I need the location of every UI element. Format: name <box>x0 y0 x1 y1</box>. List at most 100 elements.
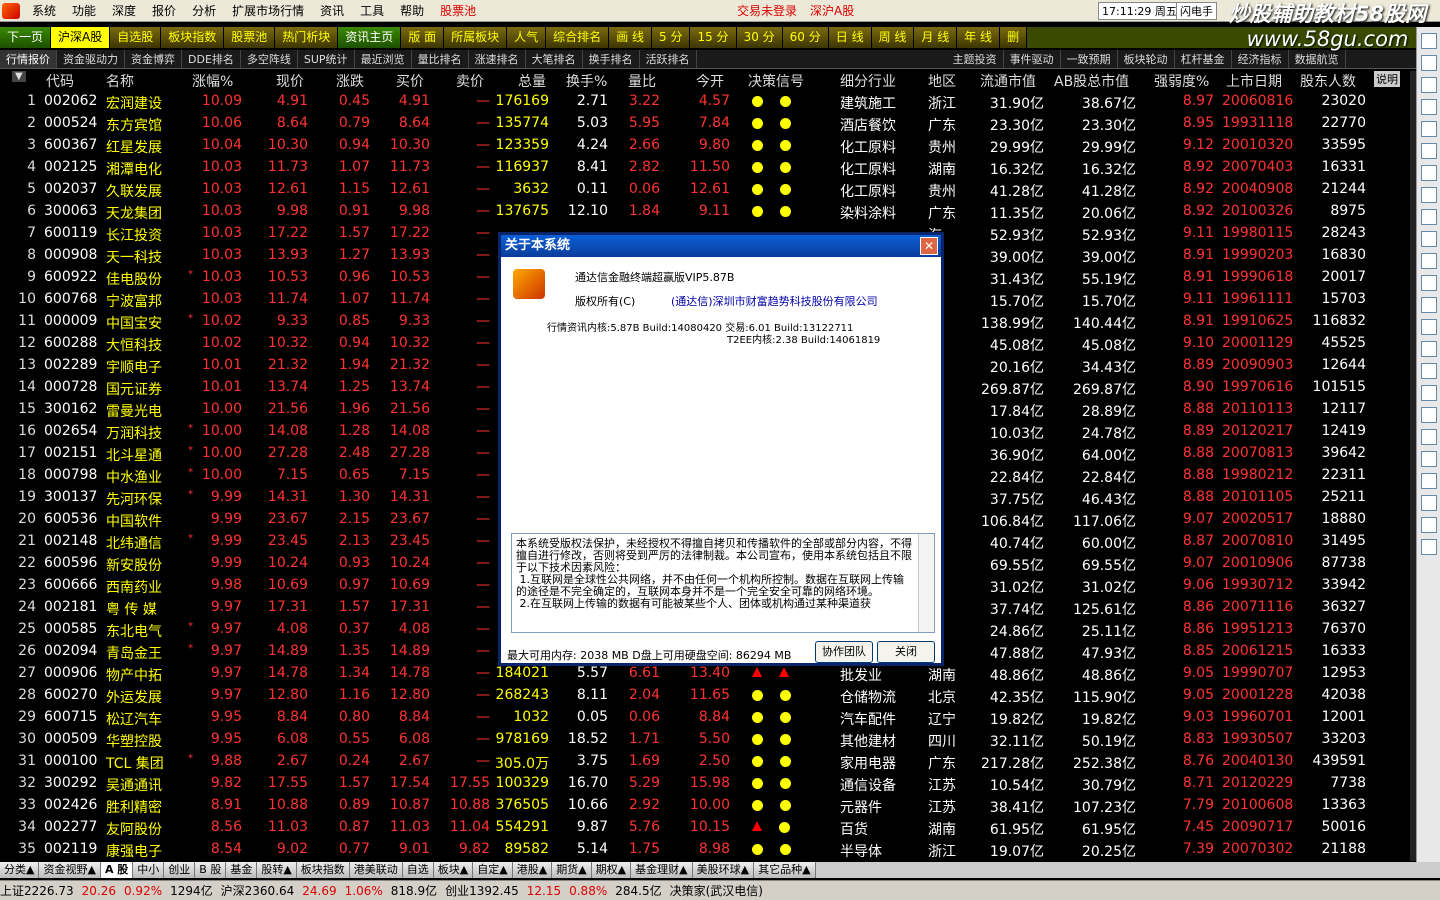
tab-sector-index[interactable]: 板块指数 <box>161 27 225 48</box>
bottom-tab[interactable]: 股转▲ <box>257 862 297 878</box>
bar-chart-icon[interactable] <box>1421 143 1437 159</box>
table-row[interactable]: 29 600715 松辽汽车 9.95 8.84 0.80 8.84 — 1032 0.05 0.0… <box>0 707 1410 729</box>
tab-30min[interactable]: 30 分 <box>736 27 783 48</box>
subtab-speed[interactable]: 涨速排名 <box>469 50 526 68</box>
table-row[interactable]: 30 000509 华塑控股 9.95 6.08 0.55 6.08 — 978169 18.52… <box>0 729 1410 751</box>
table-row[interactable]: 2 000524 东方宾馆 10.06 8.64 0.79 8.64 — 135774 5.03 5… <box>0 113 1410 135</box>
grid2-icon[interactable] <box>1421 429 1437 445</box>
bottom-tab[interactable]: 其它品种▲ <box>754 862 816 878</box>
table-row[interactable]: 4 002125 湘潭电化 10.03 11.73 1.07 11.73 — 116937 8.4… <box>0 157 1410 179</box>
table-row[interactable]: 28 600270 外运发展 9.97 12.80 1.16 12.80 — 268243 8.1… <box>0 685 1410 707</box>
table-row[interactable]: 34 002277 友阿股份 8.56 11.03 0.87 11.03 11.04 55429… <box>0 817 1410 839</box>
menu-function[interactable]: 功能 <box>64 2 104 19</box>
subtab-fund-drive[interactable]: 资金驱动力 <box>57 50 125 68</box>
arrow-right-icon[interactable] <box>1421 473 1437 489</box>
cy-index[interactable]: 创业1392.45 <box>445 882 519 899</box>
fc-icon[interactable] <box>1421 297 1437 313</box>
tab-stock-pool[interactable]: 股票池 <box>224 27 276 48</box>
table-row[interactable]: 31 000100 TCL 集团 * 9.88 2.67 0.24 2.67—305.0万 3.… <box>0 751 1410 773</box>
subtab-sup[interactable]: SUP统计 <box>298 50 355 68</box>
k-line-icon[interactable] <box>1421 99 1437 115</box>
bottom-tab[interactable]: 期货▲ <box>552 862 592 878</box>
bottom-tab[interactable]: 资金视野▲ <box>39 862 101 878</box>
bottom-tab[interactable]: 板块▲ <box>433 862 474 878</box>
hs-index[interactable]: 沪深2360.64 <box>221 882 295 899</box>
subtab-long-short[interactable]: 多空阵线 <box>241 50 298 68</box>
note-button[interactable]: 说明 <box>1374 71 1400 87</box>
trade-status[interactable]: 交易未登录 <box>737 2 797 19</box>
up-arrow-icon[interactable] <box>1421 55 1437 71</box>
company-link[interactable]: (通达信)深圳市财富趋势科技股份有限公司 <box>671 293 878 309</box>
col-ab-cap[interactable]: AB股总市值 <box>1054 71 1129 91</box>
col-volume-ratio[interactable]: 量比 <box>628 71 656 91</box>
bottom-tab[interactable]: 港美联动 <box>349 862 403 878</box>
bottom-tab[interactable]: 港股▲ <box>512 862 553 878</box>
subtab-theme[interactable]: 主题投资 <box>947 50 1004 68</box>
bottom-tab[interactable]: 美股环球▲ <box>692 862 755 878</box>
col-holders[interactable]: 股东人数 <box>1300 71 1356 91</box>
menu-depth[interactable]: 深度 <box>104 2 144 19</box>
subtab-volume-ratio[interactable]: 量比排名 <box>412 50 469 68</box>
close-button[interactable]: 关闭 <box>877 641 935 663</box>
print-icon[interactable] <box>1421 495 1437 511</box>
legal-text-box[interactable]: 本系统受版权法保护，未经授权不得擅自拷贝和传播软件的全部或部分内容，不得擅自进行… <box>511 533 935 633</box>
tab-monthly[interactable]: 月 线 <box>914 27 958 48</box>
pencil-icon[interactable] <box>1421 517 1437 533</box>
tab-delete[interactable]: 删 <box>1000 27 1028 48</box>
col-bid[interactable]: 买价 <box>396 71 424 91</box>
subtab-dde-rank[interactable]: DDE排名 <box>182 50 241 68</box>
tab-watchlist[interactable]: 自选股 <box>110 27 162 48</box>
card-icon[interactable] <box>1421 451 1437 467</box>
tab-overall-rank[interactable]: 综合排名 <box>546 27 610 48</box>
col-signal[interactable]: 决策信号 <box>748 71 804 91</box>
table-row[interactable]: 32 300292 吴通通讯 9.82 17.55 1.57 17.54 17.55 10032… <box>0 773 1410 795</box>
grid-icon[interactable] <box>1421 407 1437 423</box>
subtab-big-order[interactable]: 大笔排名 <box>526 50 583 68</box>
tab-popularity[interactable]: 人气 <box>507 27 547 48</box>
bottom-tab[interactable]: 创业 <box>164 862 196 878</box>
col-name[interactable]: 名称 <box>106 71 134 91</box>
col-industry[interactable]: 细分行业 <box>840 71 896 91</box>
bottom-tab[interactable]: 自选 <box>402 862 434 878</box>
tab-weekly[interactable]: 周 线 <box>871 27 915 48</box>
team-button[interactable]: 协作团队 <box>815 641 873 663</box>
col-float-cap[interactable]: 流通市值 <box>980 71 1036 91</box>
legal-scrollbar[interactable] <box>918 534 934 632</box>
candle-icon[interactable] <box>1421 187 1437 203</box>
menu-analysis[interactable]: 分析 <box>184 2 224 19</box>
table-row[interactable]: 27 000906 物产中拓 9.97 14.78 1.34 14.78 — 184021 5.5… <box>0 663 1410 685</box>
coin-icon[interactable] <box>1421 341 1437 357</box>
table-row[interactable]: 3 600367 红星发展 10.04 10.30 0.94 10.30 — 123359 4.2… <box>0 135 1410 157</box>
col-strength[interactable]: 强弱度% <box>1154 71 1209 91</box>
column-toggle[interactable]: ▼ <box>12 71 26 82</box>
table-row[interactable]: 6 300063 天龙集团 10.03 9.98 0.91 9.98 — 137675 12.10… <box>0 201 1410 223</box>
chart-icon[interactable] <box>1421 121 1437 137</box>
menu-quote[interactable]: 报价 <box>144 2 184 19</box>
col-turnover[interactable]: 换手% <box>566 71 607 91</box>
table-row[interactable]: 33 002426 胜利精密 8.91 10.88 0.89 10.87 10.88 37650… <box>0 795 1410 817</box>
flash-trade-button[interactable]: 闪电手 <box>1176 2 1217 20</box>
menu-system[interactable]: 系统 <box>24 2 64 19</box>
doc-icon[interactable] <box>1421 385 1437 401</box>
mail-icon[interactable] <box>1421 209 1437 225</box>
subtab-rotation[interactable]: 板块轮动 <box>1118 50 1175 68</box>
bottom-tab[interactable]: 分类▲ <box>0 862 40 878</box>
table-row[interactable]: 35 002119 康强电子 8.54 9.02 0.77 9.01 9.82 89582 5.1… <box>0 839 1410 861</box>
bottom-tab[interactable]: 基金理财▲ <box>631 862 693 878</box>
menu-tools[interactable]: 工具 <box>352 2 392 19</box>
bottom-tab[interactable]: A 股 <box>100 862 134 878</box>
col-change[interactable]: 涨跌 <box>336 71 364 91</box>
subtab-event[interactable]: 事件驱动 <box>1004 50 1061 68</box>
col-region[interactable]: 地区 <box>928 71 956 91</box>
next-page-button[interactable]: 下一页 <box>0 27 52 48</box>
info-icon[interactable] <box>1421 319 1437 335</box>
f10-icon[interactable] <box>1421 231 1437 247</box>
subtab-turnover[interactable]: 换手排名 <box>583 50 640 68</box>
tab-hs-a-shares[interactable]: 沪深A股 <box>51 27 111 48</box>
col-open[interactable]: 今开 <box>696 71 724 91</box>
table-row[interactable]: 5 002037 久联发展 10.03 12.61 1.15 12.61 — 3632 0.11 0… <box>0 179 1410 201</box>
tab-yearly[interactable]: 年 线 <box>957 27 1001 48</box>
tab-belong-sector[interactable]: 所属板块 <box>444 27 508 48</box>
tab-news-home[interactable]: 资讯主页 <box>338 27 402 48</box>
bottom-tab[interactable]: 期权▲ <box>591 862 632 878</box>
